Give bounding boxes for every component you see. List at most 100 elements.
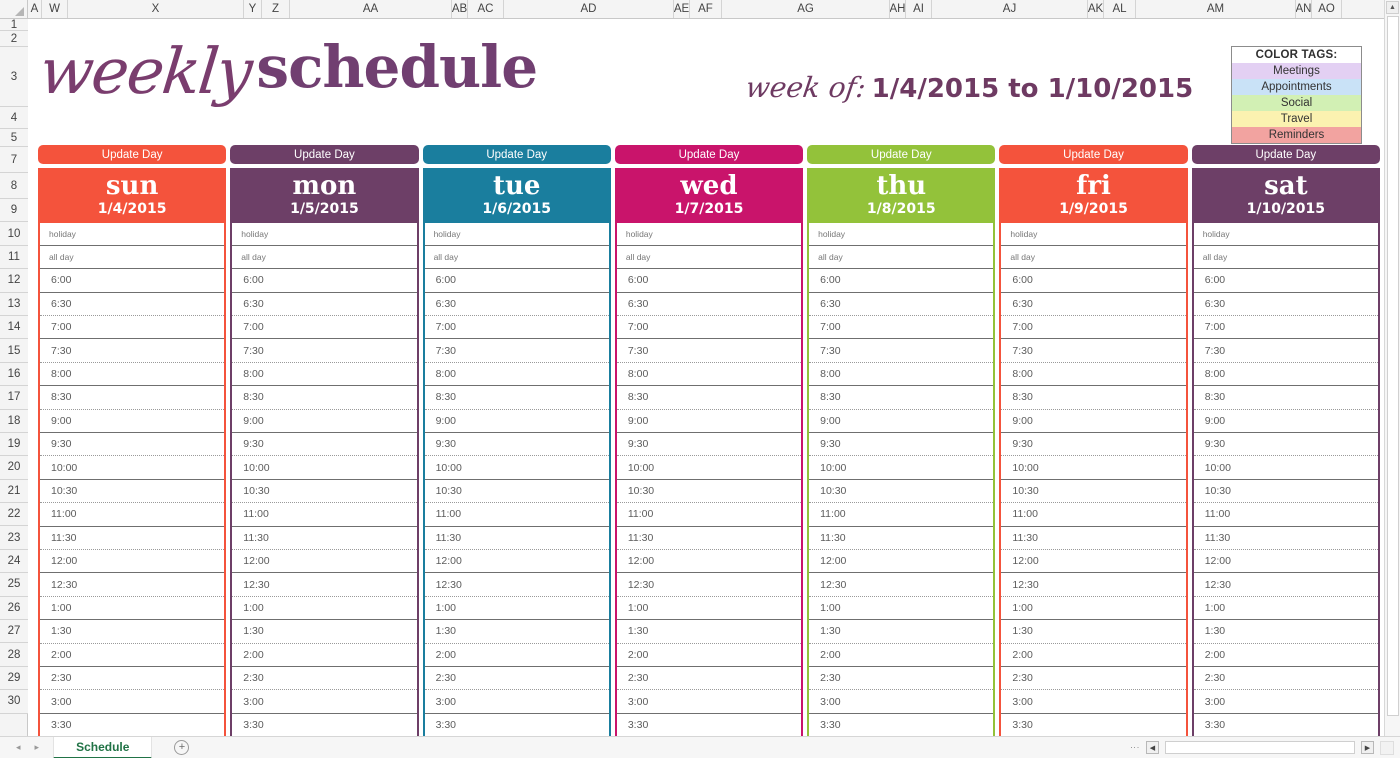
slot-10-00-sun[interactable]: 10:00 — [40, 456, 225, 480]
select-all-corner[interactable] — [0, 0, 28, 18]
slot-12-30-sun[interactable]: 12:30 — [40, 573, 225, 597]
slot-10-30-tue[interactable]: 10:30 — [424, 480, 609, 504]
update-day-button-thu[interactable]: Update Day — [807, 145, 996, 164]
slot-10-30-fri[interactable]: 10:30 — [1001, 480, 1186, 504]
column-header-x[interactable]: X — [68, 0, 244, 18]
slot-2-30-sun[interactable]: 2:30 — [40, 667, 225, 691]
slot-8-30-thu[interactable]: 8:30 — [809, 386, 994, 410]
slot-6-00-mon[interactable]: 6:00 — [232, 269, 417, 293]
row-header-10[interactable]: 10 — [0, 222, 28, 246]
row-header-11[interactable]: 11 — [0, 245, 28, 270]
slot-11-00-sat[interactable]: 11:00 — [1193, 503, 1378, 527]
column-header-ak[interactable]: AK — [1088, 0, 1104, 18]
slot-9-30-sat[interactable]: 9:30 — [1193, 433, 1378, 457]
slot-12-30-mon[interactable]: 12:30 — [232, 573, 417, 597]
slot-3-00-mon[interactable]: 3:00 — [232, 690, 417, 714]
slot-2-30-tue[interactable]: 2:30 — [424, 667, 609, 691]
slot-7-30-tue[interactable]: 7:30 — [424, 339, 609, 363]
slot-3-00-thu[interactable]: 3:00 — [809, 690, 994, 714]
slot-3-30-sun[interactable]: 3:30 — [40, 714, 224, 736]
horizontal-scroll-area[interactable]: ⋮ ◀ ▶ — [1130, 740, 1400, 755]
slot-9-00-mon[interactable]: 9:00 — [232, 410, 417, 434]
slot-1-00-fri[interactable]: 1:00 — [1001, 597, 1186, 621]
slot-2-00-sat[interactable]: 2:00 — [1193, 644, 1378, 667]
slot-3-00-tue[interactable]: 3:00 — [424, 690, 609, 714]
row-header-15[interactable]: 15 — [0, 339, 28, 363]
slot-1-00-mon[interactable]: 1:00 — [232, 597, 417, 621]
slot-11-30-tue[interactable]: 11:30 — [424, 527, 609, 550]
slot-10-30-wed[interactable]: 10:30 — [616, 480, 802, 504]
slot-holiday-sun[interactable]: holiday — [40, 223, 225, 246]
slot-11-30-thu[interactable]: 11:30 — [809, 527, 994, 550]
slot-9-00-sun[interactable]: 9:00 — [40, 410, 225, 434]
slot-10-00-mon[interactable]: 10:00 — [232, 456, 417, 480]
column-header-af[interactable]: AF — [690, 0, 722, 18]
vertical-scrollbar[interactable]: ▲ — [1384, 0, 1400, 736]
column-header-ad[interactable]: AD — [504, 0, 674, 18]
slot-7-30-fri[interactable]: 7:30 — [1001, 339, 1186, 363]
slot-10-00-wed[interactable]: 10:00 — [616, 456, 802, 480]
slot-6-00-sat[interactable]: 6:00 — [1193, 269, 1378, 293]
update-day-button-wed[interactable]: Update Day — [614, 145, 804, 164]
slot-11-00-sun[interactable]: 11:00 — [40, 503, 225, 527]
slot-1-00-tue[interactable]: 1:00 — [424, 597, 609, 621]
slot-11-30-sat[interactable]: 11:30 — [1193, 527, 1378, 550]
slot-8-00-fri[interactable]: 8:00 — [1001, 363, 1186, 387]
slot-3-30-tue[interactable]: 3:30 — [425, 714, 609, 736]
hscroll-left-icon[interactable]: ◀ — [1146, 741, 1159, 754]
slot-6-00-fri[interactable]: 6:00 — [1001, 269, 1186, 293]
slot-3-30-thu[interactable]: 3:30 — [809, 714, 993, 736]
slot-3-30-sat[interactable]: 3:30 — [1194, 714, 1378, 736]
column-header-y[interactable]: Y — [244, 0, 262, 18]
slot-1-00-sat[interactable]: 1:00 — [1193, 597, 1378, 621]
slot-3-00-sat[interactable]: 3:00 — [1193, 690, 1378, 714]
horizontal-scroll-track[interactable] — [1165, 741, 1355, 754]
slot-6-30-mon[interactable]: 6:30 — [232, 293, 417, 317]
slot-2-00-mon[interactable]: 2:00 — [232, 644, 417, 667]
row-header-13[interactable]: 13 — [0, 292, 28, 316]
slot-7-00-tue[interactable]: 7:00 — [424, 316, 609, 340]
row-header-30[interactable]: 30 — [0, 690, 28, 714]
row-header-18[interactable]: 18 — [0, 409, 28, 433]
slot-9-00-thu[interactable]: 9:00 — [809, 410, 994, 434]
slot-6-00-sun[interactable]: 6:00 — [40, 269, 225, 293]
column-header-aa[interactable]: AA — [290, 0, 452, 18]
slot-9-30-tue[interactable]: 9:30 — [424, 433, 609, 457]
slot-2-30-sat[interactable]: 2:30 — [1193, 667, 1378, 691]
scroll-up-icon[interactable]: ▲ — [1386, 1, 1399, 14]
column-header-ae[interactable]: AE — [674, 0, 690, 18]
slot-6-30-sun[interactable]: 6:30 — [40, 293, 225, 317]
update-day-button-fri[interactable]: Update Day — [999, 145, 1188, 164]
slot-6-30-tue[interactable]: 6:30 — [424, 293, 609, 317]
slot-12-30-thu[interactable]: 12:30 — [809, 573, 994, 597]
slot-2-00-fri[interactable]: 2:00 — [1001, 644, 1186, 667]
slot-10-00-thu[interactable]: 10:00 — [809, 456, 994, 480]
slot-11-30-sun[interactable]: 11:30 — [40, 527, 225, 550]
row-header-12[interactable]: 12 — [0, 269, 28, 293]
slot-7-30-wed[interactable]: 7:30 — [616, 339, 802, 363]
slot-8-30-fri[interactable]: 8:30 — [1001, 386, 1186, 410]
row-header-20[interactable]: 20 — [0, 456, 28, 480]
slot-7-30-thu[interactable]: 7:30 — [809, 339, 994, 363]
update-day-button-mon[interactable]: Update Day — [230, 145, 419, 164]
slot-9-30-mon[interactable]: 9:30 — [232, 433, 417, 457]
column-header-z[interactable]: Z — [262, 0, 290, 18]
column-header-ao[interactable]: AO — [1312, 0, 1342, 18]
slot-holiday-wed[interactable]: holiday — [616, 223, 802, 246]
slot-8-00-sun[interactable]: 8:00 — [40, 363, 225, 387]
slot-6-30-sat[interactable]: 6:30 — [1193, 293, 1378, 317]
slot-holiday-thu[interactable]: holiday — [809, 223, 994, 246]
slot-1-00-sun[interactable]: 1:00 — [40, 597, 225, 621]
slot-12-00-tue[interactable]: 12:00 — [424, 550, 609, 574]
slot-all-day-wed[interactable]: all day — [616, 246, 802, 270]
row-header-25[interactable]: 25 — [0, 573, 28, 597]
column-header-ab[interactable]: AB — [452, 0, 468, 18]
slot-11-00-fri[interactable]: 11:00 — [1001, 503, 1186, 527]
update-day-button-tue[interactable]: Update Day — [422, 145, 611, 164]
slot-7-00-thu[interactable]: 7:00 — [809, 316, 994, 340]
row-header-5[interactable]: 5 — [0, 129, 28, 147]
row-header-17[interactable]: 17 — [0, 386, 28, 410]
column-header-ag[interactable]: AG — [722, 0, 890, 18]
slot-7-30-mon[interactable]: 7:30 — [232, 339, 417, 363]
slot-2-00-wed[interactable]: 2:00 — [616, 644, 802, 667]
